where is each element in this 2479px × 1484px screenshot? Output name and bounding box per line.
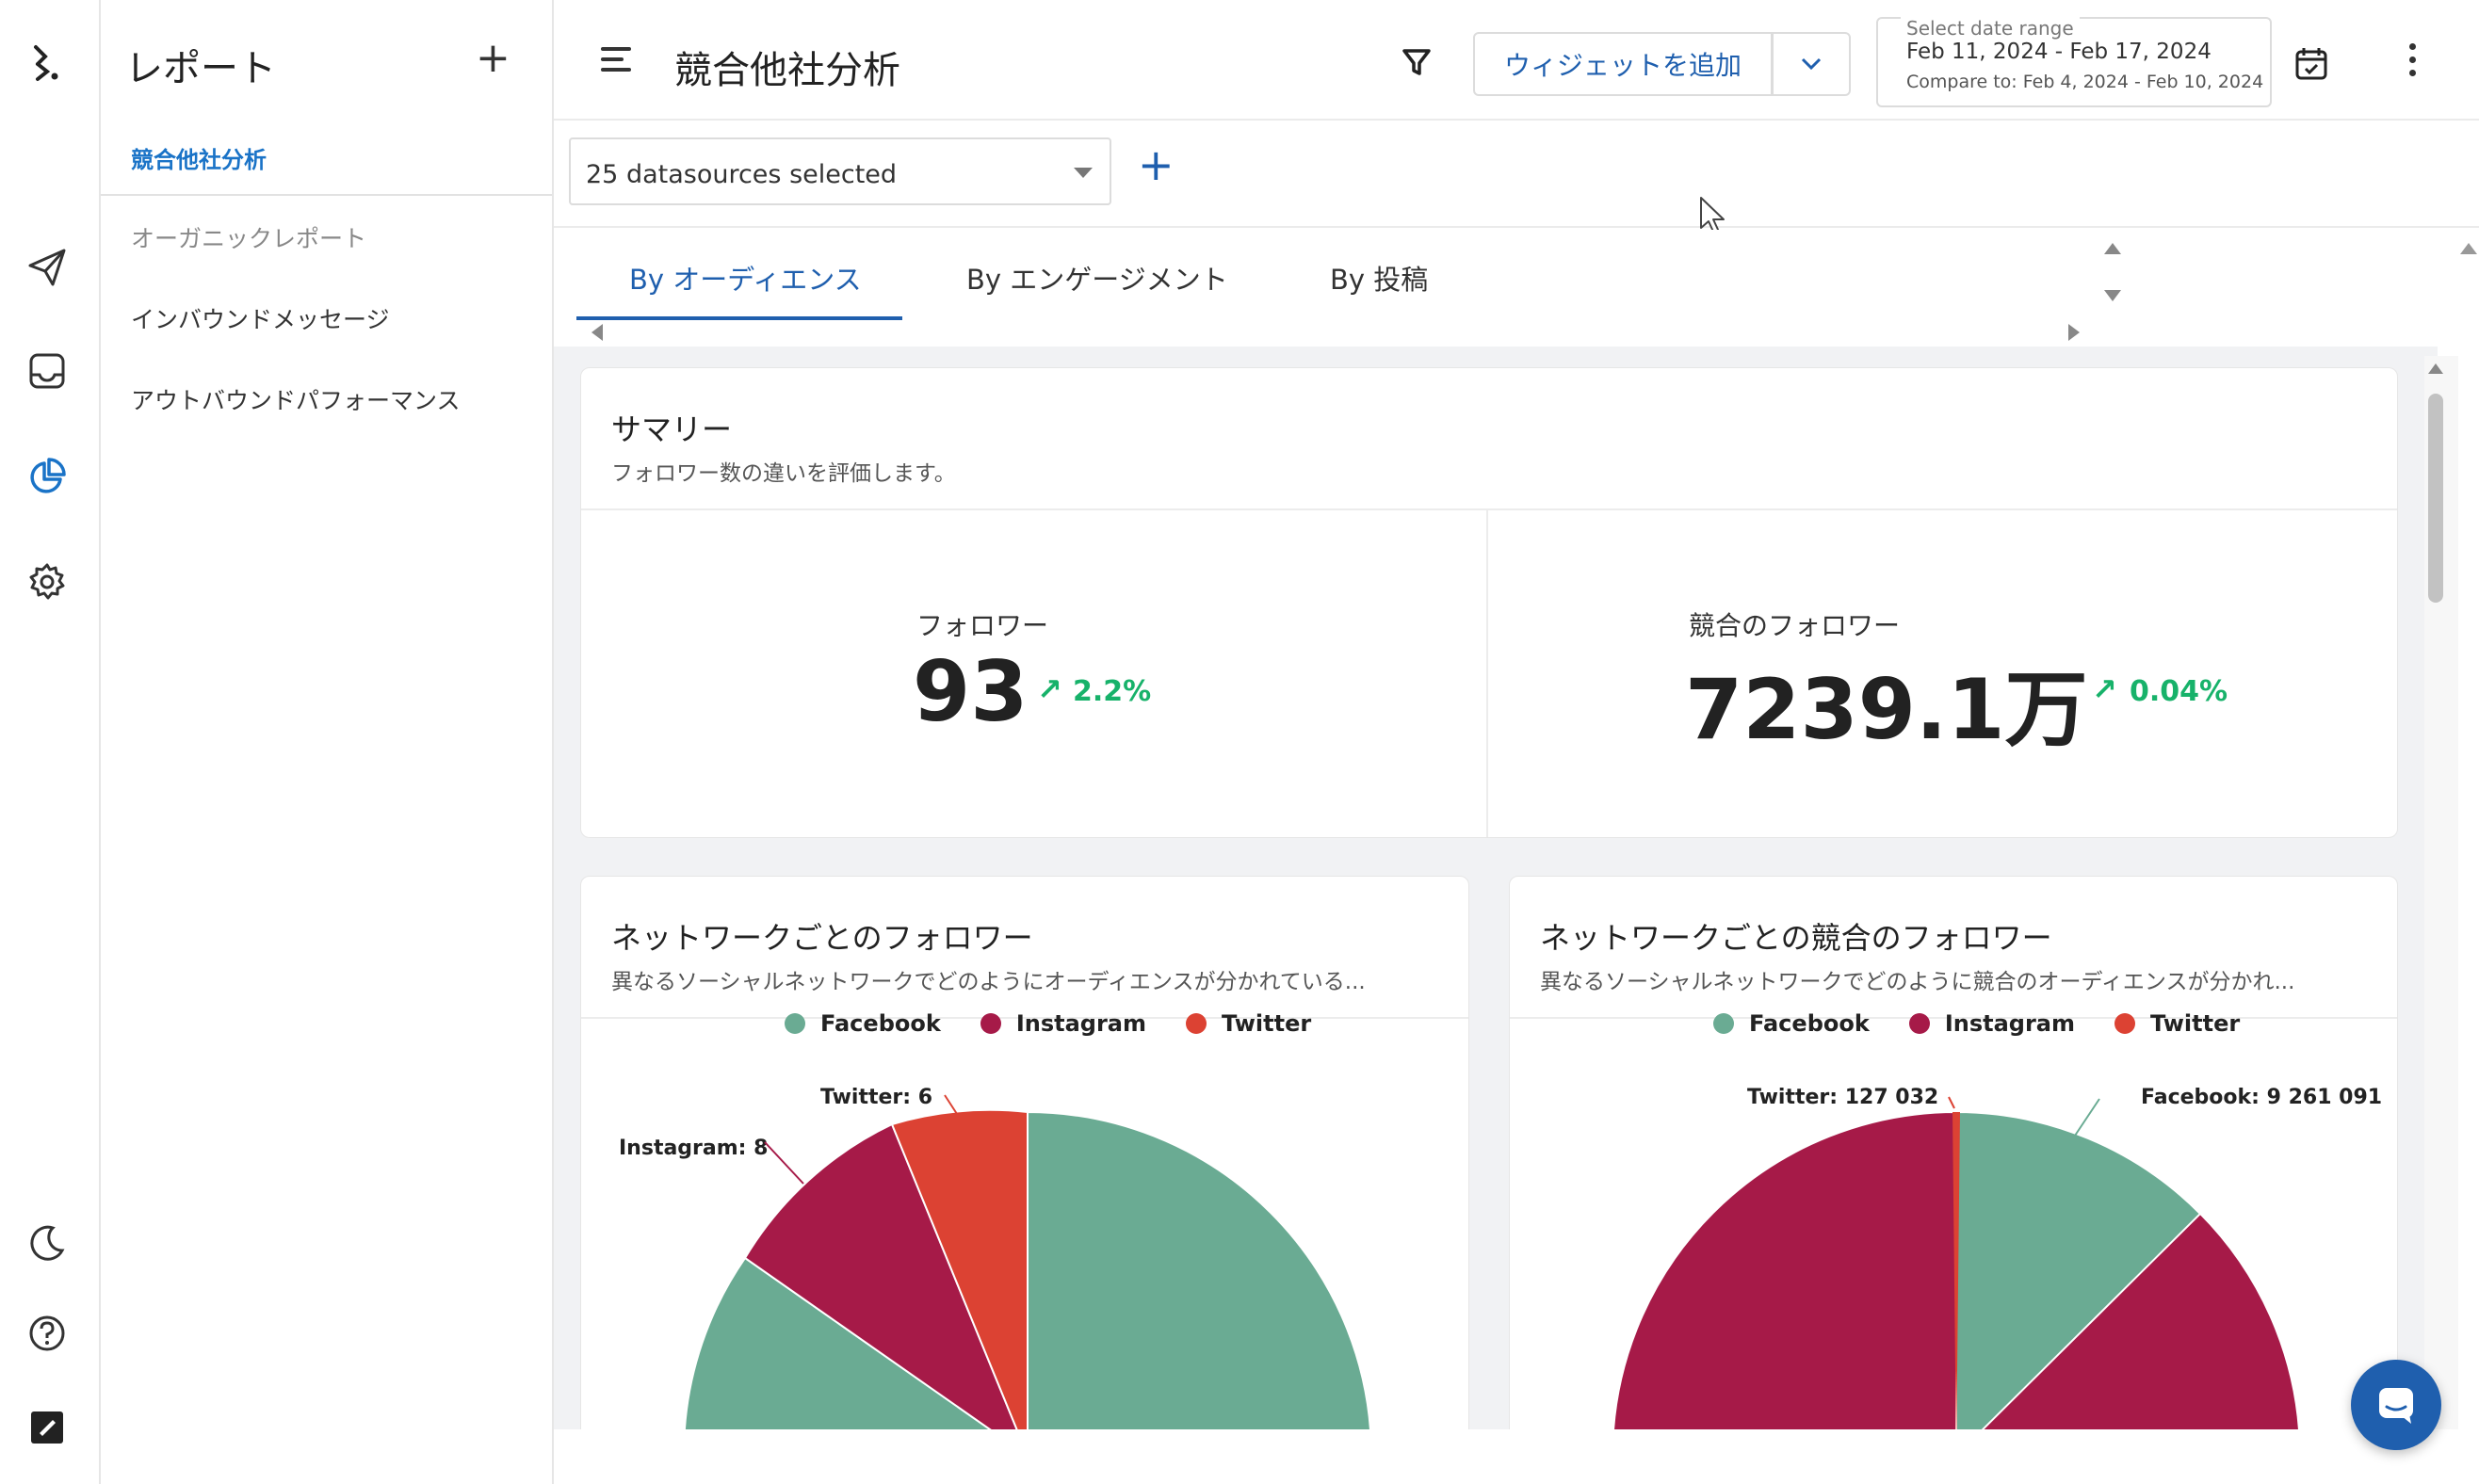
datasource-select-value: 25 datasources selected [586,160,898,189]
network-followers-card: ネットワークごとのフォロワー 異なるソーシャルネットワークでどのようにオーディエ… [580,876,1469,1429]
summary-title: サマリー [611,411,733,447]
network-followers-pie [683,1094,1371,1429]
inbox-icon[interactable] [24,348,70,394]
competitor-followers-label: 競合のフォロワー [1689,610,1901,641]
competitor-network-followers-card: ネットワークごとの競合のフォロワー 異なるソーシャルネットワークでどのように競合… [1509,876,2398,1429]
calendar-icon[interactable] [2294,45,2328,81]
page-title: 競合他社分析 [674,49,900,92]
app-logo-icon[interactable] [24,40,70,85]
summary-card: サマリー フォロワー数の違いを評価します。 フォロワー 93 ↗ 2.2% 競合… [580,367,2398,838]
report-tabs: By オーディエンス By エンゲージメント By 投稿 [554,230,2479,347]
competitor-followers-change: 0.04% [2130,675,2228,708]
side-item-competitor-analysis[interactable]: 競合他社分析 [131,141,267,174]
chevron-down-icon [1801,57,1822,71]
help-icon[interactable] [24,1311,70,1356]
menu-toggle-icon[interactable] [601,47,631,73]
page-scroll-up-icon[interactable] [2460,243,2477,254]
tab-by-audience[interactable]: By オーディエンス [629,258,862,298]
datasource-select[interactable]: 25 datasources selected [569,137,1111,205]
trend-up-icon: ↗ [1037,671,1062,707]
side-item-inbound-messages[interactable]: インバウンドメッセージ [131,301,390,335]
pie-leader-twitter [1948,1096,1955,1109]
side-divider [101,194,552,196]
content-scrollbar[interactable] [2424,356,2458,1429]
caret-down-icon [1074,168,1093,178]
reports-pie-icon[interactable] [24,454,70,499]
side-item-organic-report[interactable]: オーガニックレポート [131,220,366,254]
reports-side-panel: レポート + 競合他社分析 オーガニックレポート インバウンドメッセージ アウト… [101,0,554,1484]
more-options-icon[interactable] [2409,43,2419,81]
add-widget-button[interactable]: ウィジェットを追加 [1473,32,1773,96]
summary-subtitle: フォロワー数の違いを評価します。 [611,461,956,486]
icon-rail [0,0,101,1484]
filter-icon[interactable] [1400,45,1434,79]
datasource-bar: 25 datasources selected + [554,121,2479,228]
active-tab-indicator [576,316,902,320]
followers-value: 93 [913,643,1029,740]
gear-icon[interactable] [24,559,70,605]
side-item-outbound-performance[interactable]: アウトバウンドパフォーマンス [131,382,461,416]
tabs-scroll-left-icon[interactable] [591,324,603,341]
date-range-picker[interactable]: Select date range Feb 11, 2024 - Feb 17,… [1876,17,2272,107]
report-header: 競合他社分析 ウィジェットを追加 Select date range Feb 1… [554,0,2479,121]
tab-by-engagement[interactable]: By エンゲージメント [966,258,1228,298]
side-panel-title: レポート [125,47,276,90]
send-icon[interactable] [24,245,70,290]
tab-by-posts[interactable]: By 投稿 [1330,258,1428,298]
report-content: サマリー フォロワー数の違いを評価します。 フォロワー 93 ↗ 2.2% 競合… [554,347,2438,1429]
pie-leader-instagram [764,1141,804,1185]
pie-leader-facebook [2072,1098,2100,1139]
chat-support-button[interactable] [2351,1360,2441,1450]
add-widget-dropdown-button[interactable] [1772,32,1851,96]
chat-icon [2379,1388,2413,1424]
followers-change: 2.2% [1073,675,1152,708]
trend-up-icon: ↗ [2092,671,2117,707]
date-range-label: Select date range [1901,17,2080,40]
notes-icon[interactable] [24,1405,70,1450]
dark-mode-moon-icon[interactable] [24,1220,70,1266]
pie-slice-facebook[interactable] [1027,1110,1371,1429]
scroll-up-icon[interactable] [2428,363,2443,374]
pie-slice-instagram[interactable] [1612,1110,1957,1429]
scrollbar-thumb[interactable] [2428,394,2443,603]
pie-leader-twitter [944,1094,958,1115]
date-range-value: Feb 11, 2024 - Feb 17, 2024 [1906,40,2212,64]
summary-divider [581,508,2397,510]
add-datasource-button[interactable]: + [1138,143,1175,186]
compare-range-value: Compare to: Feb 4, 2024 - Feb 10, 2024 [1906,72,2264,92]
tabs-scroll-right-icon[interactable] [2068,324,2080,341]
tabs-scroll-up-icon[interactable] [2104,243,2121,254]
add-report-button[interactable]: + [476,38,510,79]
tabs-scroll-down-icon[interactable] [2104,290,2121,301]
followers-label: フォロワー [916,610,1049,641]
competitor-network-followers-pie [1612,1096,2300,1429]
metric-divider [1486,509,1488,837]
competitor-followers-value: 7239.1万 [1685,661,2088,758]
